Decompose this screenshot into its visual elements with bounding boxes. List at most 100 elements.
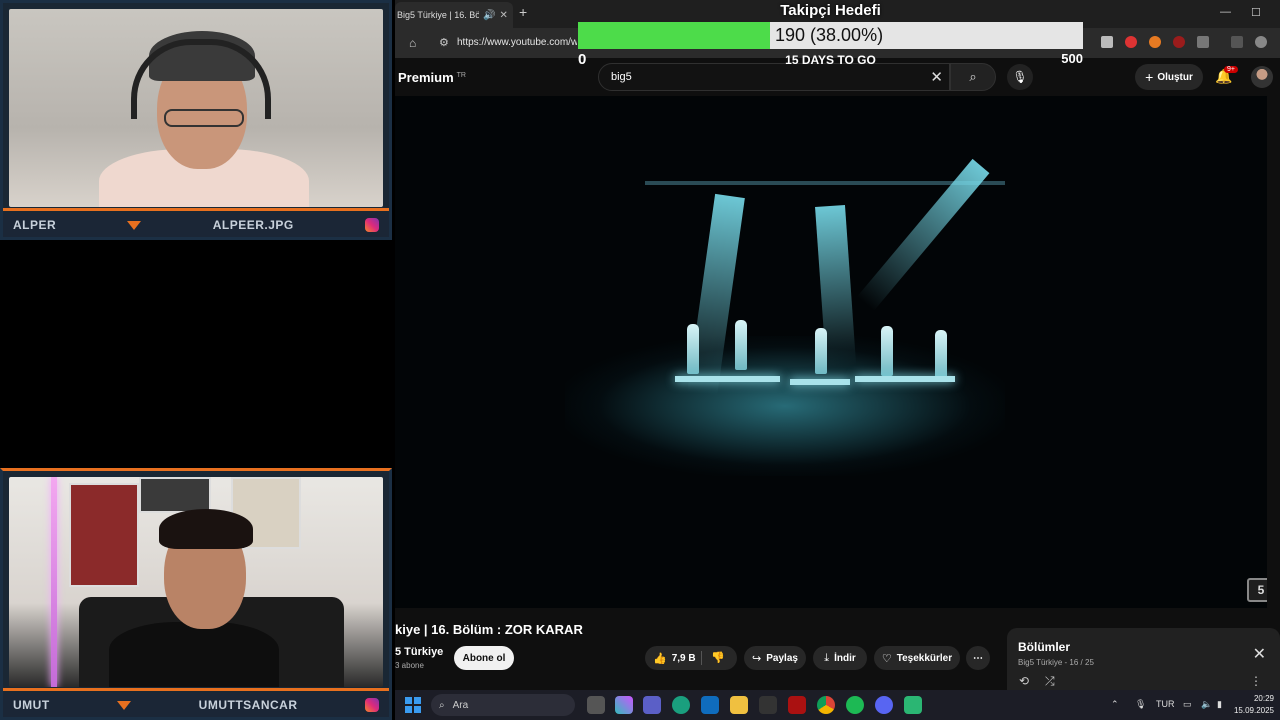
webcam-top-view [9,9,383,207]
new-tab-button[interactable]: + [519,4,527,20]
tab-title: Big5 Türkiye | 16. Bölüm [397,10,479,20]
copilot-icon[interactable] [615,696,633,714]
url-field[interactable]: https://www.youtube.com/wa [457,37,577,48]
taskbar-search[interactable]: ⌕ Ara [431,694,575,716]
clear-search-icon[interactable]: ✕ [930,68,943,86]
poster [139,477,211,513]
download-button[interactable]: ⤓ İndir [813,646,867,670]
network-icon[interactable]: ▭ [1183,699,1192,710]
shuffle-icon[interactable]: ⤮ [1045,674,1055,689]
subscriber-count: 3 abone [395,661,424,670]
maximize-button[interactable]: ☐ [1251,6,1261,19]
youtube-logo[interactable]: Premium TR [398,70,466,85]
like-button[interactable]: 👍 7,9 B 👎 [645,646,737,670]
heart-dollar-icon: ♡ [881,652,892,665]
instagram-icon [365,218,379,232]
app-red-icon[interactable] [788,696,806,714]
webcam-bottom: UMUT UMUTTSANCAR [0,468,392,720]
accent-bar [3,208,389,211]
tab-youtube[interactable]: Big5 Türkiye | 16. Bölüm 🔊 ✕ [395,2,513,28]
mic-icon: 🎙 [1012,70,1028,84]
goal-progress-track: 190 (38.00%) [578,22,1083,49]
clock-date: 15.09.2025 [1233,706,1274,715]
close-icon[interactable]: ✕ [1253,644,1266,664]
share-button[interactable]: ↪ Paylaş [744,646,806,670]
extensions-icon[interactable] [1197,36,1209,48]
arrow-down-icon [127,220,142,230]
webcam-top: ALPER ALPEER.JPG [0,0,392,240]
ublock-icon[interactable] [1173,36,1185,48]
chrome-icon[interactable] [817,696,835,714]
led-strip [51,477,57,687]
edge-icon[interactable] [672,696,690,714]
video-title: kiye | 16. Bölüm : ZOR KARAR [395,622,583,637]
more-icon: ⋯ [973,652,983,664]
search-icon: ⌕ [969,69,977,84]
profile-icon[interactable] [1255,36,1267,48]
stream-overlay: ALPER ALPEER.JPG UMUT UMUTTSANCAR [0,0,395,720]
accent-bar [3,688,389,691]
goal-days-left: 15 DAYS TO GO [785,53,876,67]
speaker-icon[interactable]: 🔊 [483,10,495,21]
playlist-title: Bölümler [1018,640,1071,654]
glasses-shape [164,109,244,127]
language-indicator[interactable]: TUR [1156,699,1175,709]
dancer [935,330,947,380]
home-icon[interactable]: ⌂ [409,36,423,50]
reading-list-icon[interactable] [1231,36,1243,48]
person-shirt [109,622,279,687]
avatar[interactable] [1251,66,1273,88]
video-player[interactable]: 5 [395,96,1267,608]
create-button[interactable]: + Oluştur [1135,64,1203,90]
thumbs-up-icon: 👍 [653,652,667,665]
stage-platform [855,376,955,382]
goal-max: 500 [1061,51,1083,66]
arrow-down-icon [117,700,132,710]
obs-icon[interactable] [904,696,922,714]
thanks-button[interactable]: ♡ Teşekkürler [874,646,960,670]
volume-icon[interactable]: 🔈 [1201,699,1212,710]
discord-icon[interactable] [875,696,893,714]
file-explorer-icon[interactable] [730,696,748,714]
playlist-subtitle: Big5 Türkiye - 16 / 25 [1018,658,1094,667]
shield-icon[interactable] [1101,36,1113,48]
minimize-button[interactable]: — [1220,6,1231,18]
subscribe-button[interactable]: Abone ol [454,646,514,670]
person-hair [159,509,253,549]
instagram-icon [365,698,379,712]
like-count: 7,9 B [671,652,696,664]
outlook-icon[interactable] [701,696,719,714]
extension-orange-icon[interactable] [1149,36,1161,48]
system-clock[interactable]: 20:29 15.09.2025 [1234,693,1274,717]
store-icon[interactable] [759,696,777,714]
battery-icon[interactable]: ▮ [1217,699,1222,710]
clock-time: 20:29 [1253,694,1274,703]
streamer-name: ALPER [13,218,57,232]
spotify-icon[interactable] [846,696,864,714]
taskbar-search-placeholder: Ara [452,699,469,711]
poster [69,483,139,587]
extension-red-icon[interactable] [1125,36,1137,48]
site-settings-icon[interactable]: ⚙ [439,36,449,49]
teams-icon[interactable] [643,696,661,714]
webcam-bottom-view [9,477,383,687]
goal-progress-fill [578,22,770,49]
thumbs-down-icon[interactable]: 👎 [711,651,725,664]
divider [701,651,702,665]
dancer [881,326,893,376]
share-icon: ↪ [752,652,762,665]
close-icon[interactable]: ✕ [499,10,507,21]
plus-icon: + [1145,69,1154,85]
notification-badge: 9+ [1224,66,1238,73]
chevron-up-icon[interactable]: ⌃ [1111,699,1119,710]
loop-icon[interactable]: ⟲ [1019,674,1029,688]
channel-name[interactable]: 5 Türkiye [395,646,443,658]
windows-start-icon[interactable] [405,697,421,713]
more-icon[interactable]: ⋮ [1250,674,1262,688]
mic-icon[interactable]: 🎙 [1135,699,1146,710]
task-view-icon[interactable] [587,696,605,714]
dancer [815,328,827,374]
streamer-name: UMUT [13,698,50,712]
more-actions-button[interactable]: ⋯ [966,646,990,670]
follower-goal-widget: Takipçi Hedefi 190 (38.00%) 0 15 DAYS TO… [578,0,1083,70]
